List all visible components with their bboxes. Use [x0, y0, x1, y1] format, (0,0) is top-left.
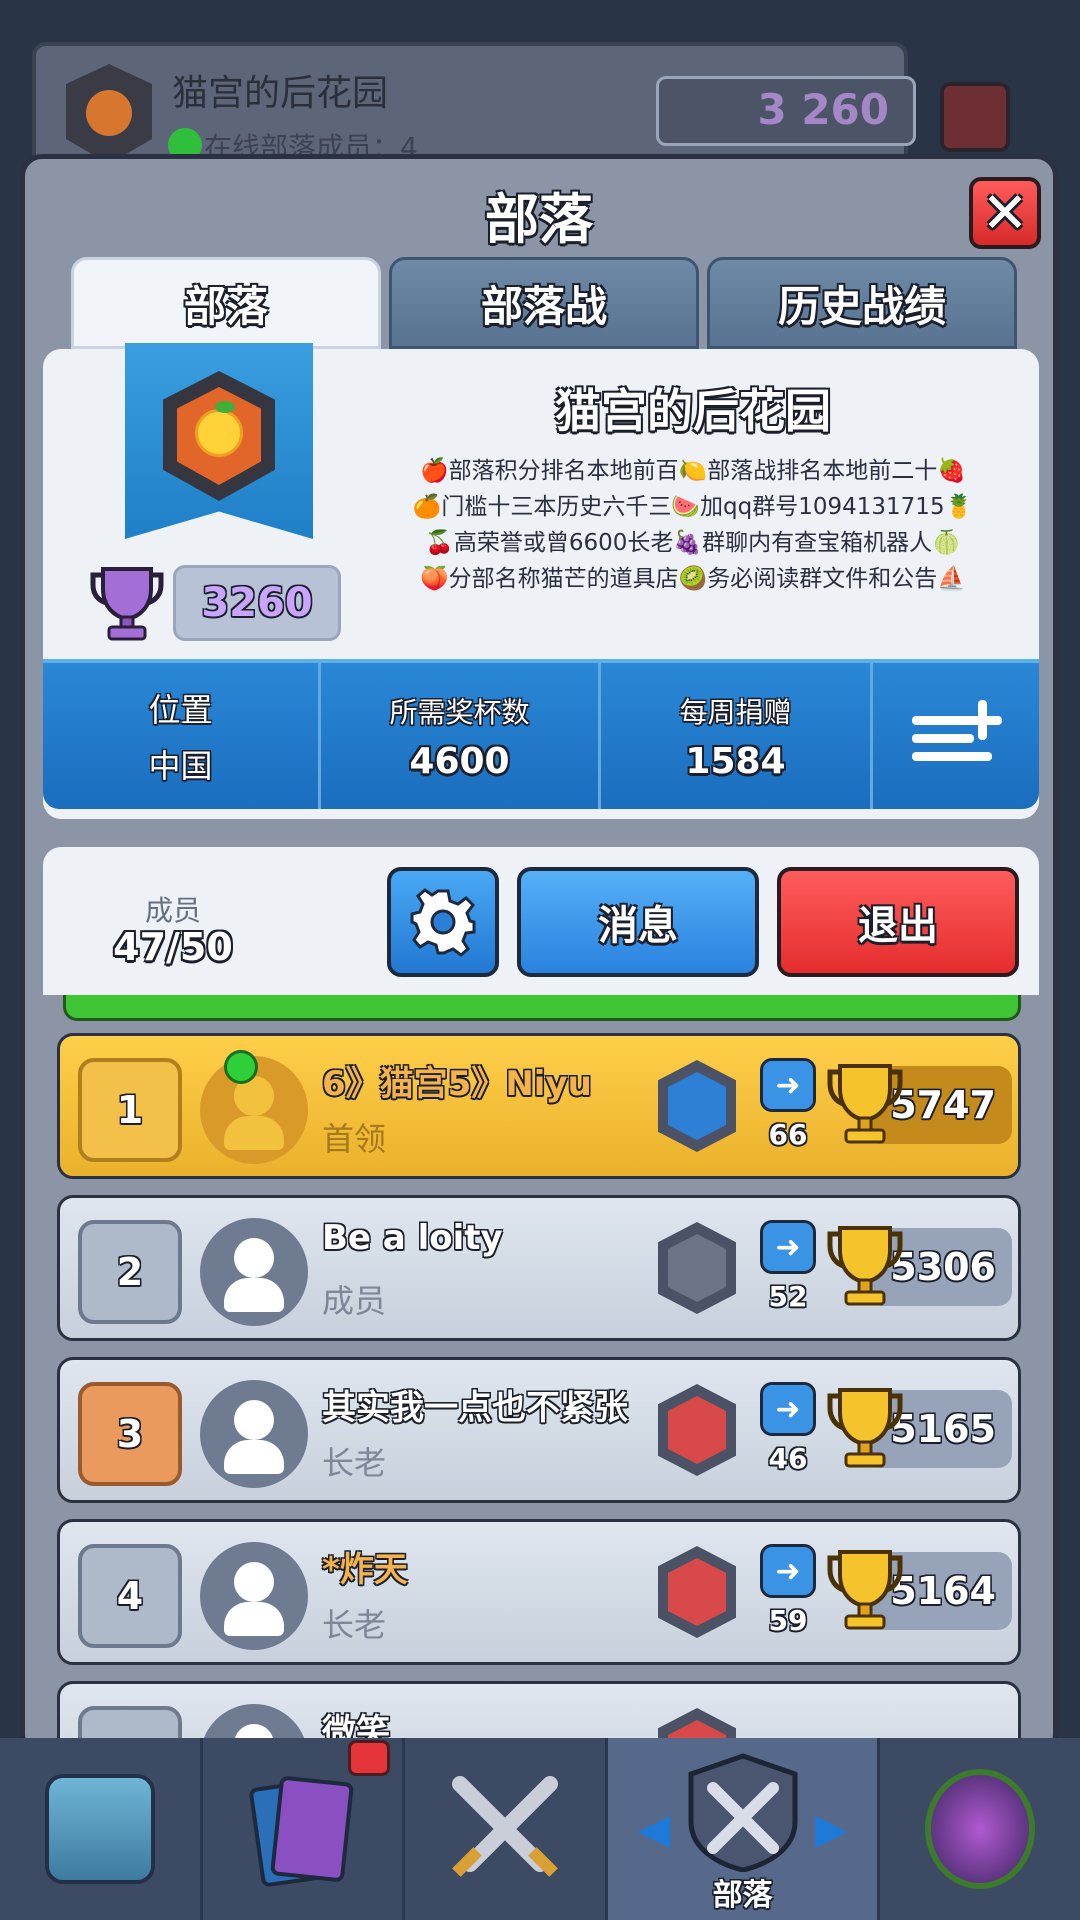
- member-name: Be a loity: [322, 1218, 503, 1258]
- arena-target-icon: [658, 1384, 736, 1476]
- member-donations: 52: [768, 1280, 808, 1313]
- tab-clan[interactable]: 部落: [71, 257, 381, 349]
- close-button[interactable]: ✕: [969, 177, 1041, 249]
- avatar: [200, 1380, 308, 1488]
- member-rank: 3: [78, 1382, 182, 1486]
- description-line: 🍎部落积分排名本地前百🍋部落战排名本地前二十🍓: [420, 458, 966, 484]
- notification-badge: [348, 1740, 391, 1776]
- background-trophies: 3 260: [757, 85, 889, 134]
- gear-icon: [410, 888, 476, 957]
- stat-required-trophies: 所需奖杯数 4600: [321, 663, 601, 809]
- member-row[interactable]: 2 Be a loity 成员 ➜ 52 5306: [57, 1195, 1021, 1341]
- members-label: 成员: [144, 894, 201, 927]
- description-line: 🍊门槛十三本历史六千三🍉加qq群号1094131715🍍: [412, 494, 974, 520]
- avatar: [200, 1542, 308, 1650]
- stat-required-value: 4600: [409, 740, 510, 782]
- member-role: 长老: [322, 1444, 387, 1482]
- clan-stats-bar: 位置 中国 所需奖杯数 4600 每周捐赠 1584: [43, 659, 1039, 809]
- members-count: 47/50: [113, 925, 233, 969]
- exit-button[interactable]: 退出: [777, 867, 1019, 977]
- member-donations: 59: [768, 1604, 808, 1637]
- background-trophy-pill: 3 260: [656, 76, 916, 146]
- member-row[interactable]: 4 *炸天 长老 ➜ 59 5164: [57, 1519, 1021, 1665]
- orange-icon: [195, 409, 243, 457]
- avatar: [200, 1218, 308, 1326]
- stat-donations-label: 每周捐赠: [679, 695, 792, 729]
- stat-donations-value: 1584: [685, 740, 786, 782]
- donation-icon: ➜: [760, 1220, 816, 1274]
- message-button[interactable]: 消息: [517, 867, 759, 977]
- crossed-swords-icon: [452, 1776, 559, 1877]
- clan-badge-icon: [66, 64, 152, 164]
- member-row[interactable]: 3 其实我一点也不紧张 长老 ➜ 46 5165: [57, 1357, 1021, 1503]
- nav-cards[interactable]: [203, 1738, 406, 1920]
- member-role: 首领: [322, 1120, 387, 1158]
- clan-name: 猫宫的后花园: [555, 384, 831, 438]
- stat-required-label: 所需奖杯数: [389, 695, 530, 729]
- member-rank: 1: [78, 1058, 182, 1162]
- close-icon: ✕: [981, 180, 1029, 246]
- arena-hammer-icon: [658, 1222, 736, 1314]
- chevron-right-icon: ▶: [815, 1804, 848, 1853]
- settings-button[interactable]: [387, 867, 499, 977]
- trophy-icon: [90, 567, 164, 641]
- tab-bar: 部落 部落战 历史战绩: [71, 257, 1017, 349]
- description-line: 🍑分部名称猫芒的道具店🥝务必阅读群文件和公告⛵: [420, 566, 966, 592]
- member-donations: 66: [768, 1118, 808, 1151]
- members-panel: 成员 47/50 消息 退出: [43, 847, 1039, 995]
- nav-shop[interactable]: [0, 1738, 203, 1920]
- chevron-left-icon: ◀: [637, 1804, 671, 1853]
- donation-icon: ➜: [760, 1382, 816, 1436]
- champion-icon: [925, 1769, 1036, 1889]
- stat-weekly-donations: 每周捐赠 1584: [601, 663, 873, 809]
- member-name: 其实我一点也不紧张: [322, 1388, 628, 1428]
- trophy-icon: [827, 1064, 903, 1144]
- progress-bar: [63, 995, 1021, 1021]
- add-list-button[interactable]: [873, 663, 1039, 809]
- tab-clan-war[interactable]: 部落战: [389, 257, 699, 349]
- list-add-icon: [912, 700, 1002, 761]
- member-list[interactable]: 1 6》猫宫5》Niyu 首领 ➜ 66 5747 2 Be a loity 成…: [57, 1033, 1021, 1743]
- online-indicator-icon: [224, 1050, 258, 1084]
- cards-icon: [247, 1769, 357, 1889]
- bottom-nav: ◀ ▶ 部落: [0, 1738, 1080, 1920]
- trophy-icon: [827, 1388, 903, 1468]
- member-name: 6》猫宫5》Niyu: [322, 1064, 592, 1104]
- member-name: *炸天: [322, 1550, 408, 1590]
- donation-icon: ➜: [760, 1058, 816, 1112]
- member-role: 成员: [322, 1282, 387, 1320]
- description-line: 🍒高荣誉或曾6600长老🍇群聊内有查宝箱机器人🍈: [425, 530, 961, 556]
- member-donations: 46: [768, 1442, 808, 1475]
- clan-shield-icon: [688, 1753, 798, 1872]
- chest-icon: [44, 1774, 155, 1884]
- nav-events[interactable]: [880, 1738, 1080, 1920]
- clan-modal: 部落 ✕ 部落 部落战 历史战绩 3260 猫宫的后花园 🍎部落积分排名本地前百…: [20, 154, 1058, 1756]
- nav-clan-label: 部落: [712, 1878, 773, 1913]
- background-clan-name: 猫宫的后花园: [172, 73, 389, 114]
- arena-potion-icon: [658, 1060, 736, 1152]
- nav-battle[interactable]: [405, 1738, 608, 1920]
- clan-info-panel: 3260 猫宫的后花园 🍎部落积分排名本地前百🍋部落战排名本地前二十🍓 🍊门槛十…: [43, 343, 1039, 819]
- clan-description: 🍎部落积分排名本地前百🍋部落战排名本地前二十🍓 🍊门槛十三本历史六千三🍉加qq群…: [373, 453, 1013, 597]
- member-row[interactable]: 微笑: [57, 1681, 1021, 1743]
- clan-trophies: 3260: [173, 565, 341, 641]
- tab-war-history[interactable]: 历史战绩: [707, 257, 1017, 349]
- nav-clan[interactable]: ◀ ▶ 部落: [607, 1738, 881, 1920]
- modal-title: 部落: [485, 188, 593, 251]
- background-clan-card: 猫宫的后花园 在线部落成员：4 3 260: [32, 42, 916, 172]
- member-row[interactable]: 1 6》猫宫5》Niyu 首领 ➜ 66 5747: [57, 1033, 1021, 1179]
- member-rank: 4: [78, 1544, 182, 1648]
- donation-icon: ➜: [760, 1544, 816, 1598]
- stat-location-value: 中国: [148, 747, 213, 785]
- leaf-icon: [215, 401, 235, 413]
- background-close-button: [940, 82, 1010, 152]
- stat-location: 位置 中国: [43, 663, 321, 809]
- member-role: 长老: [322, 1606, 387, 1644]
- member-rank: 2: [78, 1220, 182, 1324]
- stat-location-label: 位置: [148, 691, 213, 729]
- trophy-icon: [827, 1550, 903, 1630]
- trophy-icon: [827, 1226, 903, 1306]
- arena-target-icon: [658, 1546, 736, 1638]
